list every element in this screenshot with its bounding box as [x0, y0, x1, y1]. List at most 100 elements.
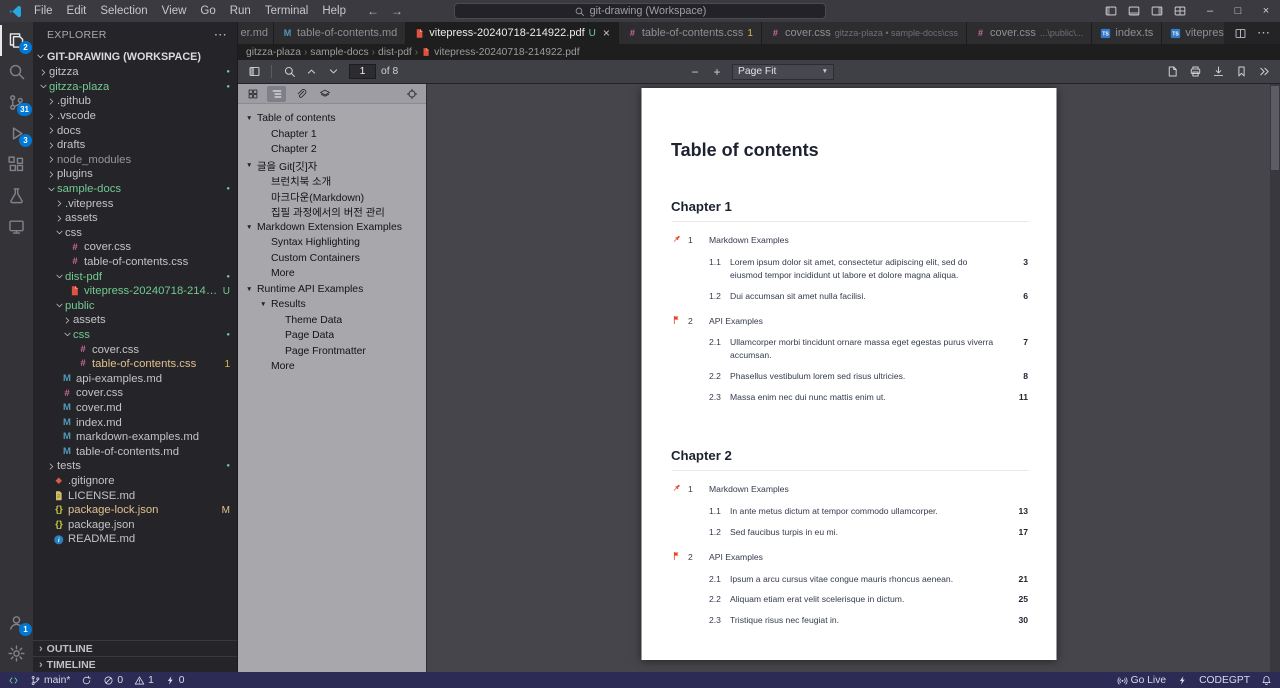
download-button[interactable] [1207, 62, 1229, 82]
tree-file-item[interactable]: Mindex.md [33, 415, 237, 430]
current-outline-item-button[interactable] [402, 86, 421, 102]
tree-folder-item[interactable]: css ● [33, 328, 237, 343]
tree-folder-item[interactable]: drafts [33, 138, 237, 153]
toc-entry[interactable]: 2 API Examples [671, 551, 1028, 565]
status-go-live[interactable]: Go Live [1117, 675, 1166, 686]
tree-file-item[interactable]: # cover.css [33, 240, 237, 255]
activity-settings[interactable] [0, 638, 33, 669]
workspace-section-header[interactable]: GIT-DRAWING (WORKSPACE) [33, 48, 237, 65]
breadcrumb-item[interactable]: gitzza-plaza [246, 47, 301, 58]
tree-folder-item[interactable]: dist-pdf ● [33, 269, 237, 284]
activity-explorer[interactable]: 2 [0, 25, 33, 56]
activity-extensions[interactable] [0, 149, 33, 180]
outline-item[interactable]: ▼ 글을 Git[깃]자 [238, 158, 426, 174]
activity-accounts[interactable]: 1 [0, 607, 33, 638]
print-button[interactable] [1184, 62, 1206, 82]
menu-run[interactable]: Run [223, 0, 258, 22]
toc-entry[interactable]: 2.2 Phasellus vestibulum lorem sed risus … [671, 370, 1028, 383]
activity-remote-explorer[interactable] [0, 211, 33, 242]
activity-run-and-debug[interactable]: 3 [0, 118, 33, 149]
editor-more-actions-icon[interactable]: ⋯ [1257, 25, 1270, 41]
toc-entry[interactable]: 2.1 Ullamcorper morbi tincidunt ornare ma… [671, 336, 1028, 362]
tree-folder-item[interactable]: gitzza-plaza ● [33, 80, 237, 95]
history-back-icon[interactable]: ← [367, 4, 379, 18]
page-number-input[interactable] [349, 64, 376, 79]
status-notifications[interactable] [1261, 675, 1272, 686]
thumbnails-view-button[interactable] [243, 86, 262, 102]
tab-index.ts[interactable]: TS index.ts [1092, 22, 1163, 44]
toc-entry[interactable]: 1.2 Sed faucibus turpis in eu mi. 17 [671, 526, 1028, 539]
outline-item[interactable]: 마크다운(Markdown) [238, 189, 426, 205]
tree-folder-item[interactable]: .vitepress [33, 196, 237, 211]
breadcrumb-item[interactable]: vitepress-20240718-214922.pdf [421, 47, 580, 58]
tab-er.md[interactable]: er.md [238, 22, 274, 44]
tree-file-item[interactable]: {} package.json [33, 517, 237, 532]
outline-item[interactable]: ▼ Table of contents [238, 111, 426, 127]
tree-file-item[interactable]: .gitignore [33, 474, 237, 489]
layout-sidebar-left-icon[interactable] [1101, 1, 1121, 21]
tab-cover.css[interactable]: # cover.css ...\public\... [967, 22, 1093, 44]
layers-view-button[interactable] [315, 86, 334, 102]
tree-file-item[interactable]: # cover.css [33, 386, 237, 401]
menu-file[interactable]: File [27, 0, 60, 22]
tree-folder-item[interactable]: .github [33, 94, 237, 109]
tree-folder-item[interactable]: gitzza ● [33, 65, 237, 80]
window-maximize-button[interactable]: □ [1224, 0, 1252, 22]
close-icon[interactable]: × [603, 26, 610, 40]
zoom-in-button[interactable]: + [706, 62, 728, 82]
toc-entry[interactable]: 1.2 Dui accumsan sit amet nulla facilisi.… [671, 290, 1028, 303]
outline-item[interactable]: Page Data [238, 328, 426, 344]
breadcrumb-item[interactable]: sample-docs [310, 47, 368, 58]
menu-edit[interactable]: Edit [60, 0, 94, 22]
outline-item[interactable]: More [238, 359, 426, 375]
tree-file-item[interactable]: LICENSE.md [33, 488, 237, 503]
toc-entry[interactable]: 2 API Examples [671, 315, 1028, 329]
status-git-branch[interactable]: main* [30, 675, 70, 686]
page-up-button[interactable] [300, 62, 322, 82]
tab-table-of-contents.css[interactable]: # table-of-contents.css 1 [618, 22, 762, 44]
history-forward-icon[interactable]: → [391, 4, 403, 18]
toc-entry[interactable]: 1 Markdown Examples [671, 483, 1028, 497]
activity-search[interactable] [0, 56, 33, 87]
menu-go[interactable]: Go [193, 0, 222, 22]
outline-item[interactable]: Syntax Highlighting [238, 235, 426, 251]
tree-folder-item[interactable]: assets [33, 313, 237, 328]
tree-file-item[interactable]: Mtable-of-contents.md [33, 444, 237, 459]
tab-vitepress-pdf.config.ts[interactable]: TSvitepress-pdf.config.ts [1162, 22, 1224, 44]
outline-view-button[interactable] [267, 85, 286, 102]
tree-file-item[interactable]: Mcover.md [33, 401, 237, 416]
toc-entry[interactable]: 1.1 In ante metus dictum at tempor commod… [671, 505, 1028, 518]
tree-folder-item[interactable]: css [33, 226, 237, 241]
zoom-select[interactable]: Page Fit ▼ [732, 63, 834, 80]
menu-terminal[interactable]: Terminal [258, 0, 315, 22]
window-close-button[interactable]: × [1252, 0, 1280, 22]
window-minimize-button[interactable]: – [1196, 0, 1224, 22]
tree-file-item[interactable]: Mmarkdown-examples.md [33, 430, 237, 445]
status-codegpt[interactable]: CODEGPT [1199, 675, 1250, 686]
outline-item[interactable]: ▼ Markdown Extension Examples [238, 220, 426, 236]
tree-folder-item[interactable]: sample-docs ● [33, 182, 237, 197]
tree-file-item[interactable]: i README.md [33, 532, 237, 547]
tree-file-item[interactable]: Mapi-examples.md [33, 371, 237, 386]
tree-file-item[interactable]: {} package-lock.json M [33, 503, 237, 518]
editor-scrollbar[interactable] [1270, 84, 1280, 672]
menu-help[interactable]: Help [315, 0, 353, 22]
pdf-sidebar-toggle-button[interactable] [243, 62, 265, 82]
tree-file-item[interactable]: # table-of-contents.css [33, 255, 237, 270]
split-editor-icon[interactable] [1234, 27, 1247, 40]
status-warnings[interactable]: 1 [134, 675, 154, 686]
activity-testing[interactable] [0, 180, 33, 211]
outline-item[interactable]: 브런치북 소개 [238, 173, 426, 189]
breadcrumb-item[interactable]: dist-pdf [378, 47, 412, 58]
tree-file-item[interactable]: # table-of-contents.css 1 [33, 357, 237, 372]
command-center-search[interactable]: git-drawing (Workspace) [454, 3, 826, 19]
status-sync[interactable] [81, 675, 92, 686]
activity-source-control[interactable]: 31 [0, 87, 33, 118]
outline-item[interactable]: Chapter 2 [238, 142, 426, 158]
outline-item[interactable]: ▼ Runtime API Examples [238, 282, 426, 298]
views-more-actions-icon[interactable]: ⋯ [214, 27, 227, 43]
tab-table-of-contents.md[interactable]: Mtable-of-contents.md [274, 22, 407, 44]
toc-entry[interactable]: 2.1 Ipsum a arcu cursus vitae congue maur… [671, 573, 1028, 586]
tree-file-item[interactable]: vitepress-20240718-214922.pdfU [33, 284, 237, 299]
zoom-out-button[interactable]: − [684, 62, 706, 82]
